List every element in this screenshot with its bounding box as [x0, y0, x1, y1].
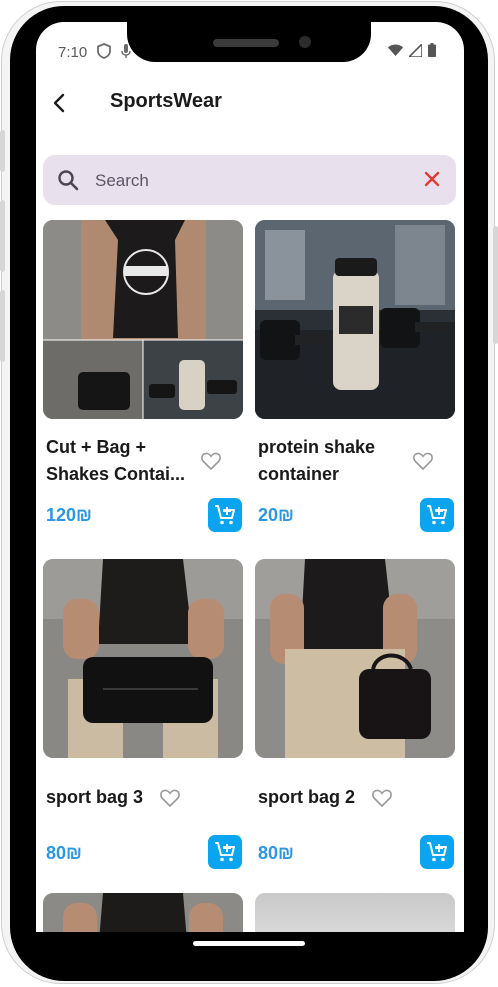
- heart-outline-icon: [160, 789, 180, 808]
- clear-search-button[interactable]: [422, 169, 442, 194]
- favorite-button[interactable]: [413, 452, 433, 475]
- add-to-cart-button[interactable]: [420, 835, 454, 869]
- back-arrow-icon: [53, 93, 65, 113]
- home-indicator[interactable]: [193, 941, 305, 946]
- add-to-cart-button[interactable]: [420, 498, 454, 532]
- clear-icon: [424, 171, 440, 187]
- add-to-cart-icon: [215, 842, 235, 862]
- status-time: 7:10: [58, 44, 88, 61]
- product-photo: [43, 220, 243, 419]
- phone-side-button: [493, 226, 498, 344]
- search-icon: [58, 170, 79, 191]
- product-name-line: sport bag 3: [46, 787, 144, 807]
- product-image[interactable]: [255, 220, 455, 419]
- product-name: sport bag 3: [46, 784, 143, 811]
- product-card[interactable]: Cut + Bag + Shakes Contai... 120₪: [43, 220, 243, 540]
- add-to-cart-icon: [215, 505, 235, 525]
- back-button[interactable]: [46, 90, 72, 116]
- page-title: SportsWear: [110, 90, 222, 112]
- product-photo: [43, 559, 243, 758]
- search-bar: [43, 155, 456, 205]
- product-name: sport bag 2: [258, 784, 355, 811]
- product-image[interactable]: [43, 220, 243, 419]
- product-photo: [43, 893, 243, 932]
- favorite-button[interactable]: [160, 789, 180, 812]
- product-price: 80₪: [46, 843, 82, 863]
- product-price: 120₪: [46, 505, 92, 525]
- product-name-line: container: [258, 464, 340, 484]
- product-card[interactable]: sport bag 2 80₪: [255, 559, 455, 879]
- product-photo: [255, 559, 455, 758]
- camera: [299, 36, 311, 48]
- battery-icon: [428, 43, 436, 57]
- product-photo: [255, 220, 455, 419]
- product-price: 80₪: [258, 843, 294, 863]
- favorite-button[interactable]: [372, 789, 392, 812]
- product-image[interactable]: [255, 559, 455, 758]
- heart-outline-icon: [372, 789, 392, 808]
- product-image[interactable]: [43, 559, 243, 758]
- phone-side-button: [0, 290, 5, 362]
- product-name-line: Cut + Bag +: [46, 437, 147, 457]
- product-name: Cut + Bag + Shakes Contai...: [46, 434, 185, 488]
- search-input[interactable]: [93, 167, 397, 195]
- product-name-line: protein shake: [258, 437, 376, 457]
- product-card[interactable]: protein shake container 20₪: [255, 220, 455, 540]
- heart-outline-icon: [201, 452, 221, 471]
- product-image[interactable]: [255, 893, 455, 932]
- product-image[interactable]: [43, 893, 243, 932]
- speaker: [213, 39, 279, 47]
- phone-side-button: [0, 200, 5, 272]
- product-price: 20₪: [258, 505, 294, 525]
- product-card[interactable]: sport bag 3 80₪: [43, 559, 243, 879]
- phone-side-button: [0, 130, 5, 172]
- wifi-icon: [388, 44, 403, 56]
- product-name-line: Shakes Contai...: [46, 464, 186, 484]
- shield-icon: [97, 43, 111, 59]
- favorite-button[interactable]: [201, 452, 221, 475]
- status-icons-right: [388, 43, 436, 57]
- app-screen: 7:10 SportsWear Search Cut + Bag + Shake…: [36, 22, 464, 932]
- add-to-cart-icon: [427, 842, 447, 862]
- signal-icon: [409, 43, 422, 57]
- add-to-cart-button[interactable]: [208, 835, 242, 869]
- add-to-cart-icon: [427, 505, 447, 525]
- add-to-cart-button[interactable]: [208, 498, 242, 532]
- status-icons-left: [97, 43, 131, 59]
- product-name-line: sport bag 2: [258, 787, 356, 807]
- product-name: protein shake container: [258, 434, 375, 488]
- notch: [127, 6, 371, 62]
- heart-outline-icon: [413, 452, 433, 471]
